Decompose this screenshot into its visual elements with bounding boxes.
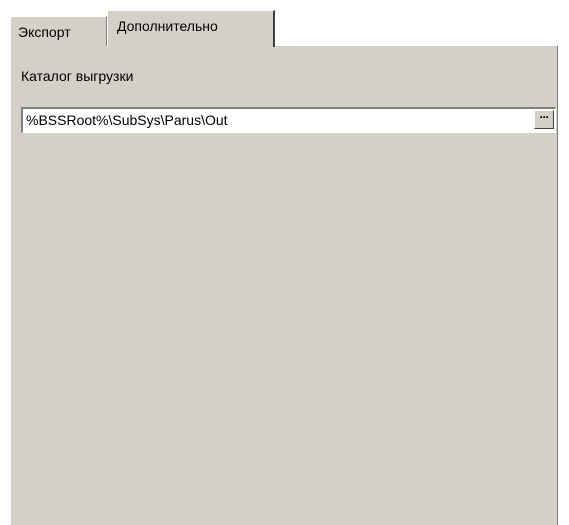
tab-page-additional: Каталог выгрузки %BSSRoot%\SubSys\Parus\… — [10, 46, 558, 525]
export-folder-label: Каталог выгрузки — [21, 68, 134, 84]
browse-button[interactable]: ··· — [534, 110, 554, 129]
export-folder-value[interactable]: %BSSRoot%\SubSys\Parus\Out — [26, 111, 228, 129]
tab-strip: Экспорт Дополнительно — [10, 0, 558, 47]
export-folder-field[interactable]: %BSSRoot%\SubSys\Parus\Out ··· — [21, 107, 556, 133]
tab-export[interactable]: Экспорт — [10, 16, 107, 46]
tab-additional[interactable]: Дополнительно — [107, 10, 275, 47]
